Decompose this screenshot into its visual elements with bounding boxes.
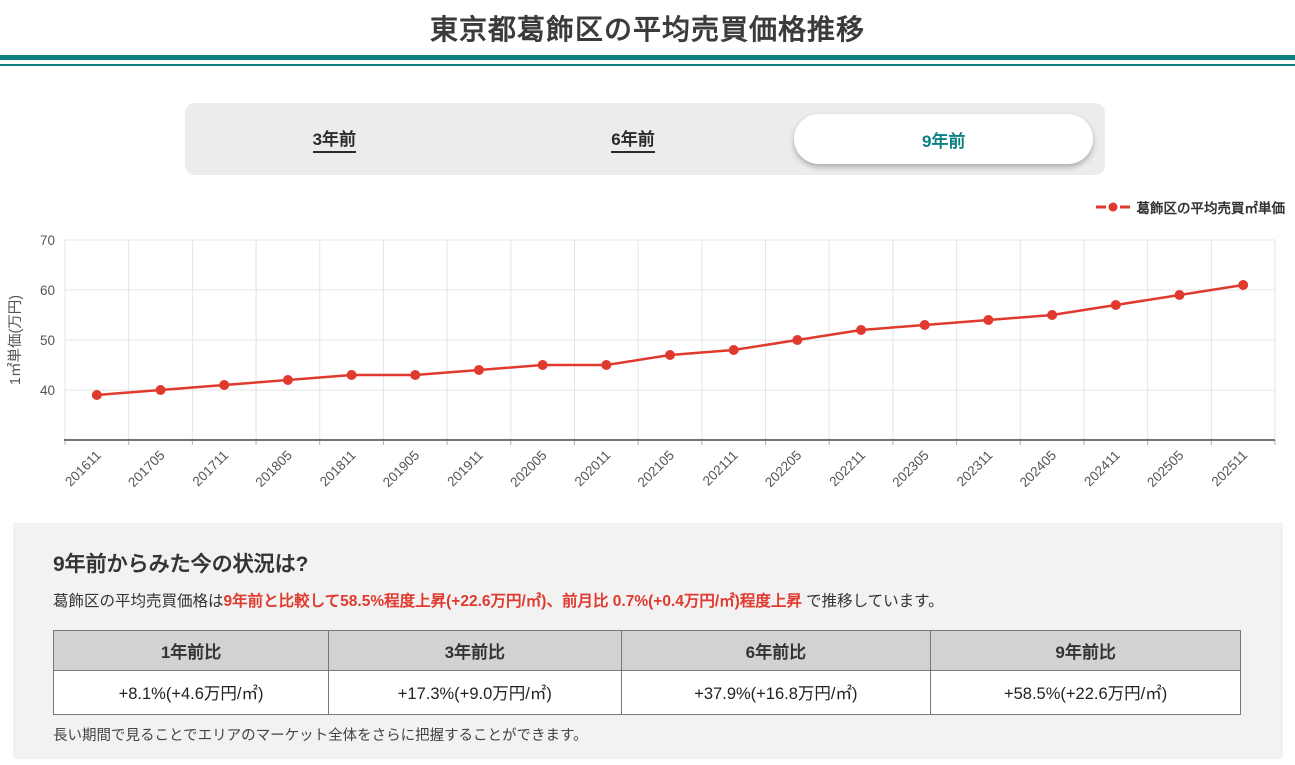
chart-legend-item[interactable]: 葛飾区の平均売買㎡単価 — [1096, 197, 1286, 217]
legend-line-dot-icon — [1096, 201, 1130, 213]
svg-text:70: 70 — [40, 233, 55, 248]
svg-text:202111: 202111 — [700, 448, 741, 489]
svg-text:40: 40 — [40, 383, 55, 398]
price-trend-line-chart: 4050607020161120170520171120180520181120… — [0, 222, 1295, 517]
page-title: 東京都葛飾区の平均売買価格推移 — [0, 8, 1295, 48]
header-3-year-comparison: 3年前比 — [329, 630, 621, 670]
tab-9-years-label: 9年前 — [922, 127, 965, 152]
svg-text:202105: 202105 — [635, 448, 677, 490]
svg-text:201805: 201805 — [253, 448, 295, 490]
svg-text:50: 50 — [40, 333, 55, 348]
svg-text:201705: 201705 — [125, 448, 167, 490]
value-6-year-comparison: +37.9%(+16.8万円/㎡) — [621, 670, 931, 714]
svg-text:202211: 202211 — [826, 448, 868, 490]
summary-heading: 9年前からみた今の状況は? — [53, 548, 1243, 578]
summary-lead: 葛飾区の平均売買価格は — [53, 593, 224, 610]
svg-text:202205: 202205 — [762, 448, 804, 490]
svg-text:202411: 202411 — [1081, 448, 1123, 490]
page: 東京都葛飾区の平均売買価格推移 3年前 6年前 9年前 葛飾区の平均売買㎡単価 … — [0, 0, 1295, 765]
comparison-table-value-row: +8.1%(+4.6万円/㎡) +17.3%(+9.0万円/㎡) +37.9%(… — [54, 670, 1241, 714]
legend-label: 葛飾区の平均売買㎡単価 — [1137, 197, 1286, 217]
svg-text:202511: 202511 — [1209, 448, 1251, 490]
svg-text:202011: 202011 — [572, 448, 614, 490]
svg-text:202505: 202505 — [1144, 448, 1186, 490]
svg-text:201711: 201711 — [190, 448, 232, 490]
svg-text:201811: 201811 — [317, 448, 359, 490]
x-axis-labels: 201611 201705 201711 201805 201811 201905 2019… — [62, 448, 1250, 490]
svg-text:202005: 202005 — [507, 448, 549, 490]
svg-text:202405: 202405 — [1017, 448, 1059, 490]
summary-tail: で推移しています。 — [802, 593, 944, 610]
chart-gridlines: 40 50 60 70 — [40, 233, 1275, 445]
summary-highlight: 9年前と比較して58.5%程度上昇(+22.6万円/㎡)、前月比 0.7%(+0… — [224, 593, 802, 610]
header-rule-thin — [0, 64, 1295, 66]
period-tabbar: 3年前 6年前 9年前 — [185, 103, 1105, 175]
header-rule-thick — [0, 55, 1295, 60]
value-3-year-comparison: +17.3%(+9.0万円/㎡) — [329, 670, 621, 714]
header-9-year-comparison: 9年前比 — [931, 630, 1241, 670]
value-1-year-comparison: +8.1%(+4.6万円/㎡) — [54, 670, 329, 714]
tab-6-years-label: 6年前 — [611, 125, 654, 153]
tab-9-years-ago[interactable]: 9年前 — [782, 103, 1105, 175]
svg-text:202305: 202305 — [889, 448, 931, 490]
tab-3-years-ago[interactable]: 3年前 — [185, 103, 484, 175]
tab-6-years-ago[interactable]: 6年前 — [484, 103, 783, 175]
svg-text:201911: 201911 — [444, 448, 486, 490]
summary-paragraph: 葛飾区の平均売買価格は9年前と比較して58.5%程度上昇(+22.6万円/㎡)、… — [53, 591, 1243, 613]
tab-3-years-label: 3年前 — [313, 125, 356, 153]
svg-text:60: 60 — [40, 283, 55, 298]
header-6-year-comparison: 6年前比 — [621, 630, 931, 670]
summary-panel: 9年前からみた今の状況は? 葛飾区の平均売買価格は9年前と比較して58.5%程度… — [13, 523, 1283, 759]
svg-text:201905: 201905 — [380, 448, 422, 490]
comparison-table: 1年前比 3年前比 6年前比 9年前比 +8.1%(+4.6万円/㎡) +17.… — [53, 630, 1241, 715]
comparison-table-header-row: 1年前比 3年前比 6年前比 9年前比 — [54, 630, 1241, 670]
svg-text:201611: 201611 — [62, 448, 104, 490]
svg-text:202311: 202311 — [954, 448, 996, 490]
y-axis-title: 1㎡単価(万円) — [7, 295, 24, 385]
active-tab-pill: 9年前 — [794, 114, 1093, 164]
footer-note: 長い期間で見ることでエリアのマーケット全体をさらに把握することができます。 — [53, 724, 1243, 745]
header-1-year-comparison: 1年前比 — [54, 630, 329, 670]
value-9-year-comparison: +58.5%(+22.6万円/㎡) — [931, 670, 1241, 714]
